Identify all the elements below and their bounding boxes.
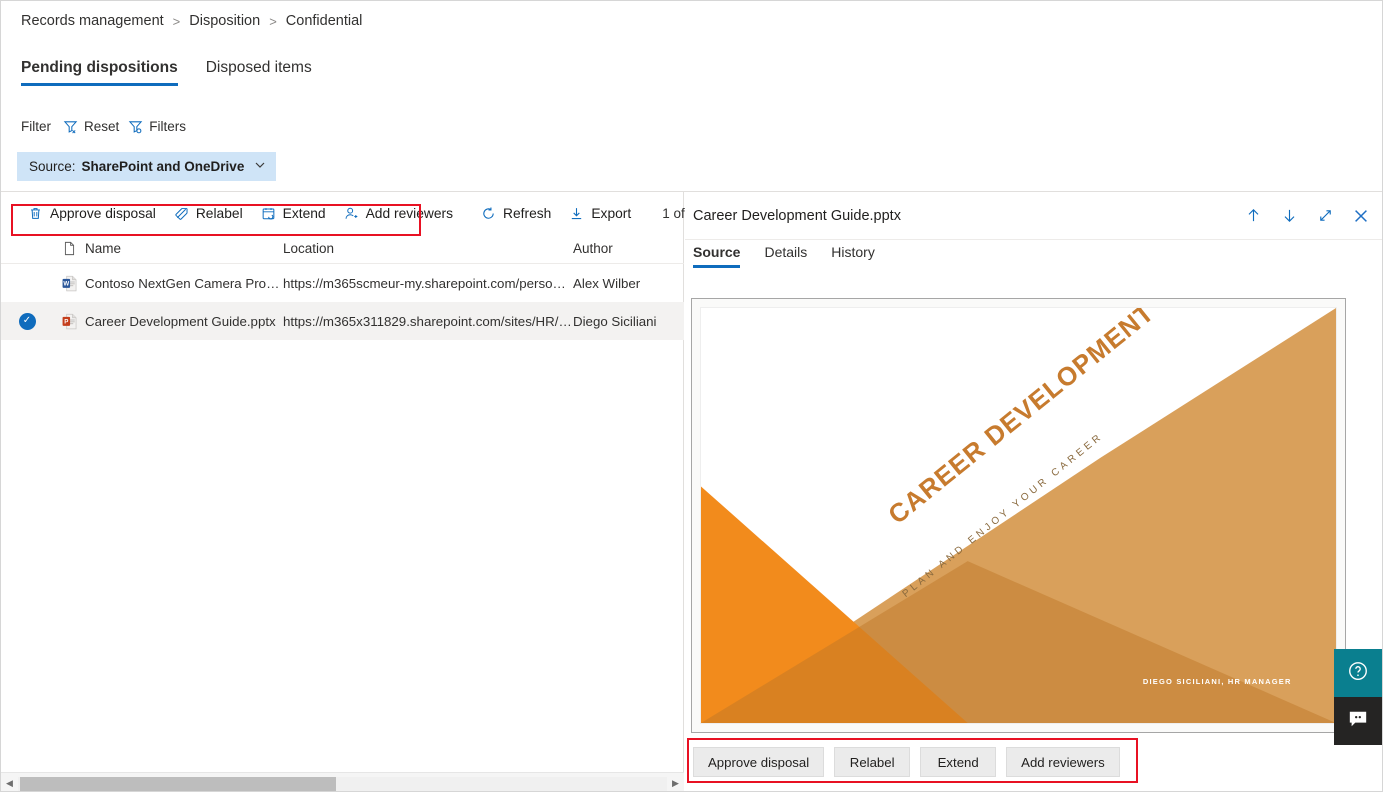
- relabel-button[interactable]: Relabel: [165, 200, 252, 227]
- panel-add-reviewers-button[interactable]: Add reviewers: [1006, 747, 1120, 777]
- row-author: Diego Siciliani: [573, 313, 657, 329]
- tab-details[interactable]: Details: [764, 244, 807, 268]
- arrow-down-icon[interactable]: [1278, 205, 1300, 227]
- download-icon: [569, 206, 584, 221]
- reset-label: Reset: [84, 119, 120, 134]
- column-header-author[interactable]: Author: [573, 241, 683, 256]
- filters-button[interactable]: Filters: [128, 119, 186, 134]
- person-add-icon: [344, 206, 359, 221]
- horizontal-scrollbar[interactable]: ◀ ▶: [1, 772, 684, 792]
- breadcrumb-separator-icon: >: [269, 13, 277, 29]
- tab-disposed-items[interactable]: Disposed items: [206, 59, 312, 86]
- export-button[interactable]: Export: [560, 200, 640, 227]
- breadcrumb-item-records-management[interactable]: Records management: [21, 13, 164, 29]
- extend-button[interactable]: Extend: [252, 200, 335, 227]
- export-label: Export: [591, 205, 632, 221]
- scrollbar-thumb[interactable]: [20, 776, 336, 791]
- slide-preview: CAREER DEVELOPMENT GUIDE PLAN AND ENJOY …: [700, 307, 1337, 724]
- word-document-icon: W: [53, 275, 85, 292]
- dispositions-table: Name Location Author W Contoso NextGen C…: [1, 234, 684, 340]
- table-row[interactable]: ✓ P Career Development Guide.pptx https:…: [1, 302, 684, 340]
- panel-extend-button[interactable]: Extend: [920, 747, 997, 777]
- feedback-button[interactable]: [1334, 697, 1382, 745]
- source-filter-pill[interactable]: Source: SharePoint and OneDrive: [17, 152, 277, 181]
- row-name: Contoso NextGen Camera Product Pla...: [85, 275, 283, 291]
- help-widget: [1334, 649, 1382, 745]
- details-panel: Career Development Guide.pptx Source Det…: [685, 192, 1382, 791]
- breadcrumb-item-disposition[interactable]: Disposition: [189, 13, 260, 29]
- row-location: https://m365scmeur-my.sharepoint.com/per…: [283, 275, 573, 291]
- page-tabs: Pending dispositions Disposed items: [21, 59, 312, 86]
- table-row[interactable]: W Contoso NextGen Camera Product Pla... …: [1, 264, 684, 302]
- row-author: Alex Wilber: [573, 275, 641, 291]
- dispositions-list-pane: Approve disposal Relabel Extend Add revi…: [1, 192, 750, 792]
- caret-right-icon[interactable]: ▶: [667, 773, 684, 792]
- document-preview-frame: CAREER DEVELOPMENT GUIDE PLAN AND ENJOY …: [691, 298, 1346, 733]
- details-panel-actions: [1242, 205, 1372, 227]
- refresh-label: Refresh: [503, 205, 552, 221]
- chevron-down-icon: [254, 159, 266, 174]
- powerpoint-document-icon: P: [53, 313, 85, 330]
- file-type-column-header: [53, 241, 85, 256]
- source-pill-label: Source:: [29, 159, 76, 174]
- tab-source[interactable]: Source: [693, 244, 741, 268]
- close-icon[interactable]: [1350, 205, 1372, 227]
- filters-label: Filters: [149, 119, 187, 134]
- breadcrumb-item-confidential[interactable]: Confidential: [286, 13, 363, 29]
- question-circle-icon: [1347, 660, 1369, 687]
- source-pill-value: SharePoint and OneDrive: [81, 159, 245, 174]
- feedback-chat-icon: [1347, 709, 1369, 734]
- svg-text:P: P: [64, 318, 68, 325]
- add-reviewers-label: Add reviewers: [365, 205, 454, 221]
- calendar-sync-icon: [261, 206, 276, 221]
- arrow-up-icon[interactable]: [1242, 205, 1264, 227]
- records-management-page: Records management > Disposition > Confi…: [0, 0, 1383, 792]
- breadcrumb-separator-icon: >: [172, 13, 181, 29]
- funnel-settings-icon: [128, 119, 143, 134]
- details-panel-header: Career Development Guide.pptx: [685, 192, 1382, 240]
- extend-label: Extend: [282, 205, 326, 221]
- tab-history[interactable]: History: [831, 244, 875, 268]
- approve-disposal-label: Approve disposal: [50, 205, 156, 221]
- panel-approve-disposal-button[interactable]: Approve disposal: [693, 747, 825, 777]
- panel-relabel-button[interactable]: Relabel: [834, 747, 911, 777]
- approve-disposal-button[interactable]: Approve disposal: [19, 200, 165, 227]
- relabel-label: Relabel: [195, 205, 243, 221]
- row-name: Career Development Guide.pptx: [85, 313, 276, 329]
- checkmark-icon: ✓: [18, 312, 36, 330]
- row-checkbox[interactable]: ✓: [1, 312, 53, 330]
- funnel-clear-icon: [63, 119, 78, 134]
- tab-pending-dispositions[interactable]: Pending dispositions: [21, 59, 178, 86]
- table-header-row: Name Location Author: [1, 234, 684, 264]
- refresh-icon: [481, 206, 496, 221]
- trash-icon: [28, 206, 43, 221]
- caret-left-icon[interactable]: ◀: [1, 773, 18, 792]
- details-panel-tabs: Source Details History: [693, 244, 875, 268]
- slide-author-line: DIEGO SICILIANI, HR MANAGER: [1142, 676, 1292, 686]
- row-location: https://m365x311829.sharepoint.com/sites…: [283, 313, 573, 329]
- expand-diagonal-icon[interactable]: [1314, 205, 1336, 227]
- main-content: Approve disposal Relabel Extend Add revi…: [1, 191, 1382, 792]
- svg-text:W: W: [63, 280, 69, 287]
- column-header-name[interactable]: Name: [85, 241, 283, 256]
- scrollbar-track[interactable]: [18, 776, 667, 791]
- help-button[interactable]: [1334, 649, 1382, 697]
- details-panel-title: Career Development Guide.pptx: [693, 207, 901, 224]
- breadcrumb: Records management > Disposition > Confi…: [21, 13, 362, 29]
- filter-label: Filter: [21, 119, 51, 134]
- column-header-location[interactable]: Location: [283, 241, 573, 256]
- details-panel-buttons: Approve disposal Relabel Extend Add revi…: [693, 747, 1120, 777]
- refresh-button[interactable]: Refresh: [472, 200, 560, 227]
- reset-filters-button[interactable]: Reset: [63, 119, 119, 134]
- filter-bar: Filter Reset Filters: [21, 119, 186, 134]
- add-reviewers-button[interactable]: Add reviewers: [335, 200, 462, 227]
- command-bar: Approve disposal Relabel Extend Add revi…: [1, 192, 750, 234]
- tag-icon: [174, 206, 189, 221]
